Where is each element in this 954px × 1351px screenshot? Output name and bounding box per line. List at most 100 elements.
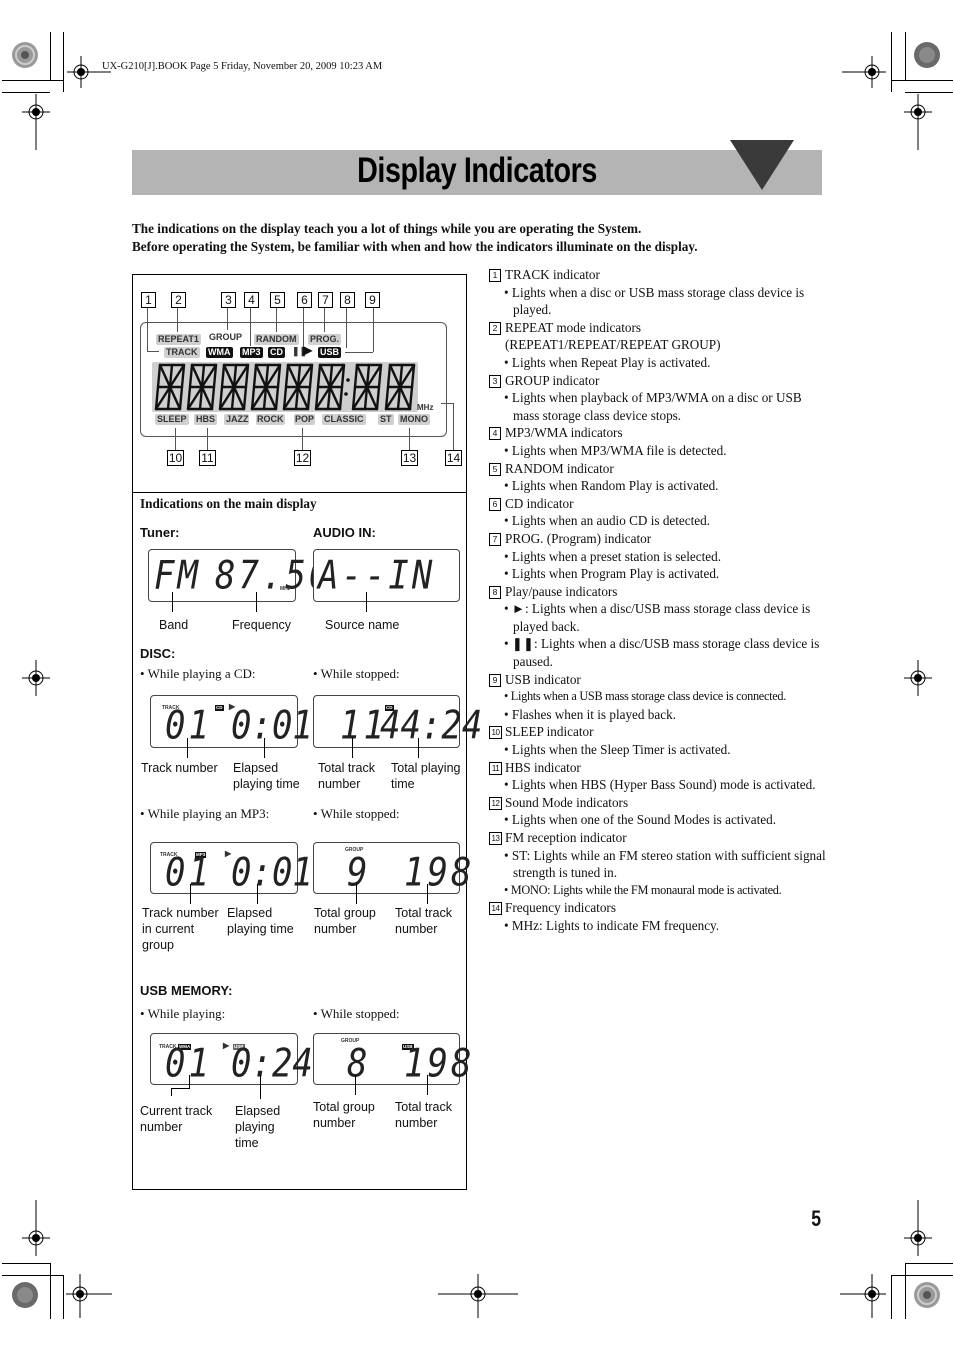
mp3-stopped-label: • While stopped: bbox=[313, 806, 400, 821]
callout-number: 11 bbox=[199, 450, 216, 466]
crop-mark bbox=[891, 80, 953, 81]
caption-frequency: Frequency bbox=[232, 618, 292, 632]
legend-number: 10 bbox=[489, 726, 502, 740]
segment bbox=[158, 363, 172, 389]
segment bbox=[318, 363, 332, 389]
caption-track-in-group: Track number in current group bbox=[142, 906, 219, 952]
legend-title: REPEAT mode indicators bbox=[505, 319, 642, 335]
legend-title: Frequency indicators bbox=[505, 900, 616, 916]
segment bbox=[168, 385, 182, 411]
legend-bullet: • Lights when a USB mass storage class d… bbox=[504, 689, 787, 704]
legend-number: 4 bbox=[489, 427, 501, 441]
legend-item: 5 RANDOM indicator bbox=[489, 460, 829, 478]
mp3-playing-label: • While playing an MP3: bbox=[140, 806, 270, 821]
legend-number: 12 bbox=[489, 796, 502, 810]
leader-line bbox=[227, 308, 228, 330]
caption-track-number: Track number bbox=[141, 761, 218, 775]
callout-number: 14 bbox=[445, 450, 462, 466]
registration-target-icon bbox=[842, 56, 886, 88]
caption-total-time: Total playing time bbox=[391, 761, 461, 791]
legend-title: Sound Mode indicators bbox=[505, 794, 629, 810]
mhz-label: MHz bbox=[280, 586, 291, 592]
intro-line: The indications on the display teach you… bbox=[132, 221, 642, 236]
main-display-heading: Indications on the main display bbox=[140, 496, 317, 511]
legend-title: PROG. (Program) indicator bbox=[505, 530, 652, 546]
legend-item: 9 USB indicator bbox=[489, 671, 829, 689]
usb-stopped-display: GROUP USB 8 198 bbox=[313, 1033, 471, 1087]
legend-number: 14 bbox=[489, 902, 502, 916]
callout-number: 5 bbox=[270, 292, 285, 308]
play-icon: ▶ bbox=[303, 343, 313, 357]
total-time-readout: 44:24 bbox=[380, 703, 483, 749]
callout-number: 3 bbox=[221, 292, 236, 308]
callout-number: 12 bbox=[294, 450, 311, 466]
time-readout: 0:01 bbox=[231, 850, 313, 896]
usb-memory-label: USB MEMORY: bbox=[140, 983, 233, 998]
registration-target-icon bbox=[840, 1274, 886, 1318]
total-groups-readout: 9 bbox=[347, 850, 371, 896]
leader-line bbox=[303, 308, 304, 346]
indicator-mhz: MHz bbox=[417, 403, 434, 412]
legend-bullet: • Flashes when it is played back. bbox=[504, 706, 676, 722]
legend-bullet: • ❚❚: Lights when a disc/USB mass storag… bbox=[504, 636, 820, 670]
legend-bullet: • Lights when one of the Sound Modes is … bbox=[504, 812, 776, 828]
calibration-circle-icon bbox=[914, 42, 940, 68]
legend-bullet: • Lights when HBS (Hyper Bass Sound) mod… bbox=[504, 777, 816, 793]
indicator-prog: PROG. bbox=[308, 334, 342, 345]
indicator-sleep: SLEEP bbox=[155, 414, 189, 425]
pointer-line bbox=[427, 884, 428, 904]
registration-target-icon bbox=[66, 1274, 112, 1318]
calibration-circle-icon bbox=[12, 1282, 38, 1308]
legend-item: 13 FM reception indicator bbox=[489, 829, 829, 847]
disc-label: DISC: bbox=[140, 646, 176, 661]
indicator-group: GROUP bbox=[209, 332, 243, 342]
segment bbox=[296, 385, 310, 411]
crop-mark bbox=[2, 1275, 64, 1276]
leader-line bbox=[276, 308, 277, 332]
segment bbox=[190, 363, 204, 389]
print-header: UX-G210[J].BOOK Page 5 Friday, November … bbox=[102, 61, 383, 72]
caption-total-group: Total group number bbox=[314, 906, 376, 936]
legend-item: 10 SLEEP indicator bbox=[489, 723, 829, 741]
crop-mark bbox=[2, 1263, 50, 1264]
registration-target-icon bbox=[904, 94, 932, 150]
segment bbox=[388, 363, 402, 389]
crop-mark bbox=[905, 1263, 953, 1264]
pointer-line bbox=[427, 1075, 428, 1095]
pointer-line bbox=[355, 1075, 356, 1095]
legend-number: 11 bbox=[489, 761, 502, 775]
legend-bullet: • ST: Lights while an FM stereo station … bbox=[504, 847, 826, 881]
pointer-line bbox=[171, 1088, 172, 1096]
indicator-pop: POP bbox=[294, 414, 316, 425]
legend-title: SLEEP indicator bbox=[505, 724, 594, 740]
indicator-mono: MONO bbox=[398, 414, 430, 425]
callout-number: 2 bbox=[171, 292, 186, 308]
caption-total-group: Total group number bbox=[313, 1100, 375, 1130]
leader-line bbox=[373, 308, 374, 352]
legend-number: 3 bbox=[489, 374, 501, 388]
registration-target-icon bbox=[22, 660, 50, 696]
legend-item: 1 TRACK indicator bbox=[489, 266, 829, 284]
caption-source-name: Source name bbox=[325, 618, 400, 632]
calibration-circle-icon bbox=[12, 42, 38, 68]
legend-item: 3 GROUP indicator bbox=[489, 372, 829, 390]
usb-playing-label: • While playing: bbox=[140, 1006, 226, 1021]
leader-line bbox=[175, 428, 176, 450]
segment bbox=[328, 385, 342, 411]
legend-number: 6 bbox=[489, 497, 501, 511]
leader-line bbox=[147, 351, 159, 352]
callout-number: 13 bbox=[401, 450, 418, 466]
segment-digits bbox=[152, 362, 418, 412]
registration-target-icon bbox=[904, 660, 932, 696]
crop-mark bbox=[905, 1263, 906, 1319]
caption-elapsed-time: Elapsed playing time bbox=[235, 1104, 281, 1150]
pointer-line bbox=[187, 738, 188, 758]
callout-number: 4 bbox=[244, 292, 259, 308]
pointer-line bbox=[190, 884, 191, 904]
crop-mark bbox=[2, 80, 64, 81]
crop-mark bbox=[905, 32, 906, 80]
legend-title: TRACK indicator bbox=[505, 267, 600, 282]
total-groups-readout: 8 bbox=[347, 1041, 371, 1087]
caption-total-track: Total track number bbox=[395, 906, 452, 936]
legend-title: FM reception indicator bbox=[505, 830, 627, 845]
